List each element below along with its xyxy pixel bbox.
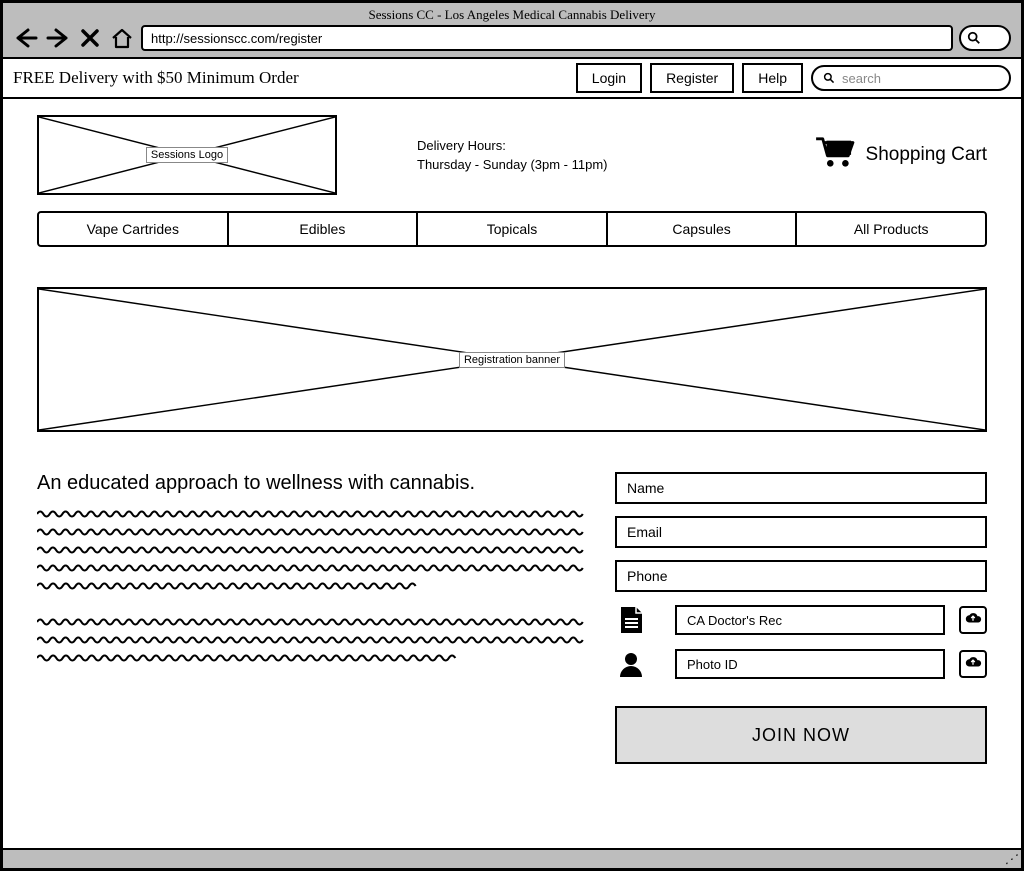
photo-id-row: Photo ID	[615, 648, 987, 680]
logo-label: Sessions Logo	[146, 147, 228, 163]
url-text: http://sessionscc.com/register	[151, 31, 322, 46]
upload-photo-id-button[interactable]	[959, 650, 987, 678]
site-search-input[interactable]: search	[811, 65, 1011, 91]
home-icon[interactable]	[109, 27, 135, 49]
register-button[interactable]: Register	[650, 63, 734, 93]
document-icon	[615, 604, 647, 636]
url-bar[interactable]: http://sessionscc.com/register	[141, 25, 953, 51]
cloud-upload-icon	[964, 655, 982, 674]
delivery-hours: Delivery Hours: Thursday - Sunday (3pm -…	[377, 136, 774, 175]
doctor-rec-field[interactable]: CA Doctor's Rec	[675, 605, 945, 635]
cart-icon	[814, 135, 856, 175]
join-now-button[interactable]: JOIN NOW	[615, 706, 987, 764]
login-button[interactable]: Login	[576, 63, 642, 93]
tab-vape-cartridges[interactable]: Vape Cartrides	[39, 213, 229, 245]
logo-placeholder: Sessions Logo	[37, 115, 337, 195]
status-bar: ⋰	[3, 848, 1021, 868]
hours-label: Delivery Hours:	[417, 136, 774, 156]
registration-banner-placeholder: Registration banner	[37, 287, 987, 432]
name-field[interactable]: Name	[615, 472, 987, 504]
intro-paragraph-2	[37, 617, 587, 663]
intro-column: An educated approach to wellness with ca…	[37, 472, 587, 764]
signup-form: Name Email Phone CA Doctor's Rec	[615, 472, 987, 764]
browser-window: Sessions CC - Los Angeles Medical Cannab…	[0, 0, 1024, 871]
browser-toolbar: http://sessionscc.com/register	[3, 25, 1021, 57]
tab-all-products[interactable]: All Products	[797, 213, 985, 245]
doctor-rec-row: CA Doctor's Rec	[615, 604, 987, 636]
page-header: Sessions Logo Delivery Hours: Thursday -…	[37, 115, 987, 195]
utility-bar: FREE Delivery with $50 Minimum Order Log…	[3, 59, 1021, 99]
phone-field[interactable]: Phone	[615, 560, 987, 592]
page-viewport: FREE Delivery with $50 Minimum Order Log…	[3, 57, 1021, 858]
upload-doctor-rec-button[interactable]	[959, 606, 987, 634]
resize-grip-icon[interactable]: ⋰	[1005, 852, 1017, 866]
window-title: Sessions CC - Los Angeles Medical Cannab…	[3, 3, 1021, 25]
promo-text: FREE Delivery with $50 Minimum Order	[13, 68, 568, 88]
cloud-upload-icon	[964, 611, 982, 630]
intro-heading: An educated approach to wellness with ca…	[37, 472, 587, 495]
category-nav: Vape Cartrides Edibles Topicals Capsules…	[37, 211, 987, 247]
tab-edibles[interactable]: Edibles	[229, 213, 419, 245]
back-icon[interactable]	[13, 27, 39, 49]
banner-label: Registration banner	[459, 352, 565, 368]
main-content: An educated approach to wellness with ca…	[37, 472, 987, 764]
person-icon	[615, 648, 647, 680]
photo-id-field[interactable]: Photo ID	[675, 649, 945, 679]
hours-detail: Thursday - Sunday (3pm - 11pm)	[417, 155, 774, 175]
email-field[interactable]: Email	[615, 516, 987, 548]
tab-capsules[interactable]: Capsules	[608, 213, 798, 245]
cart-label: Shopping Cart	[866, 144, 987, 166]
tab-topicals[interactable]: Topicals	[418, 213, 608, 245]
browser-search[interactable]	[959, 25, 1011, 51]
search-placeholder: search	[842, 71, 881, 86]
intro-paragraph-1	[37, 509, 587, 591]
forward-icon[interactable]	[45, 27, 71, 49]
stop-icon[interactable]	[77, 27, 103, 49]
shopping-cart-link[interactable]: Shopping Cart	[814, 135, 987, 175]
help-button[interactable]: Help	[742, 63, 803, 93]
